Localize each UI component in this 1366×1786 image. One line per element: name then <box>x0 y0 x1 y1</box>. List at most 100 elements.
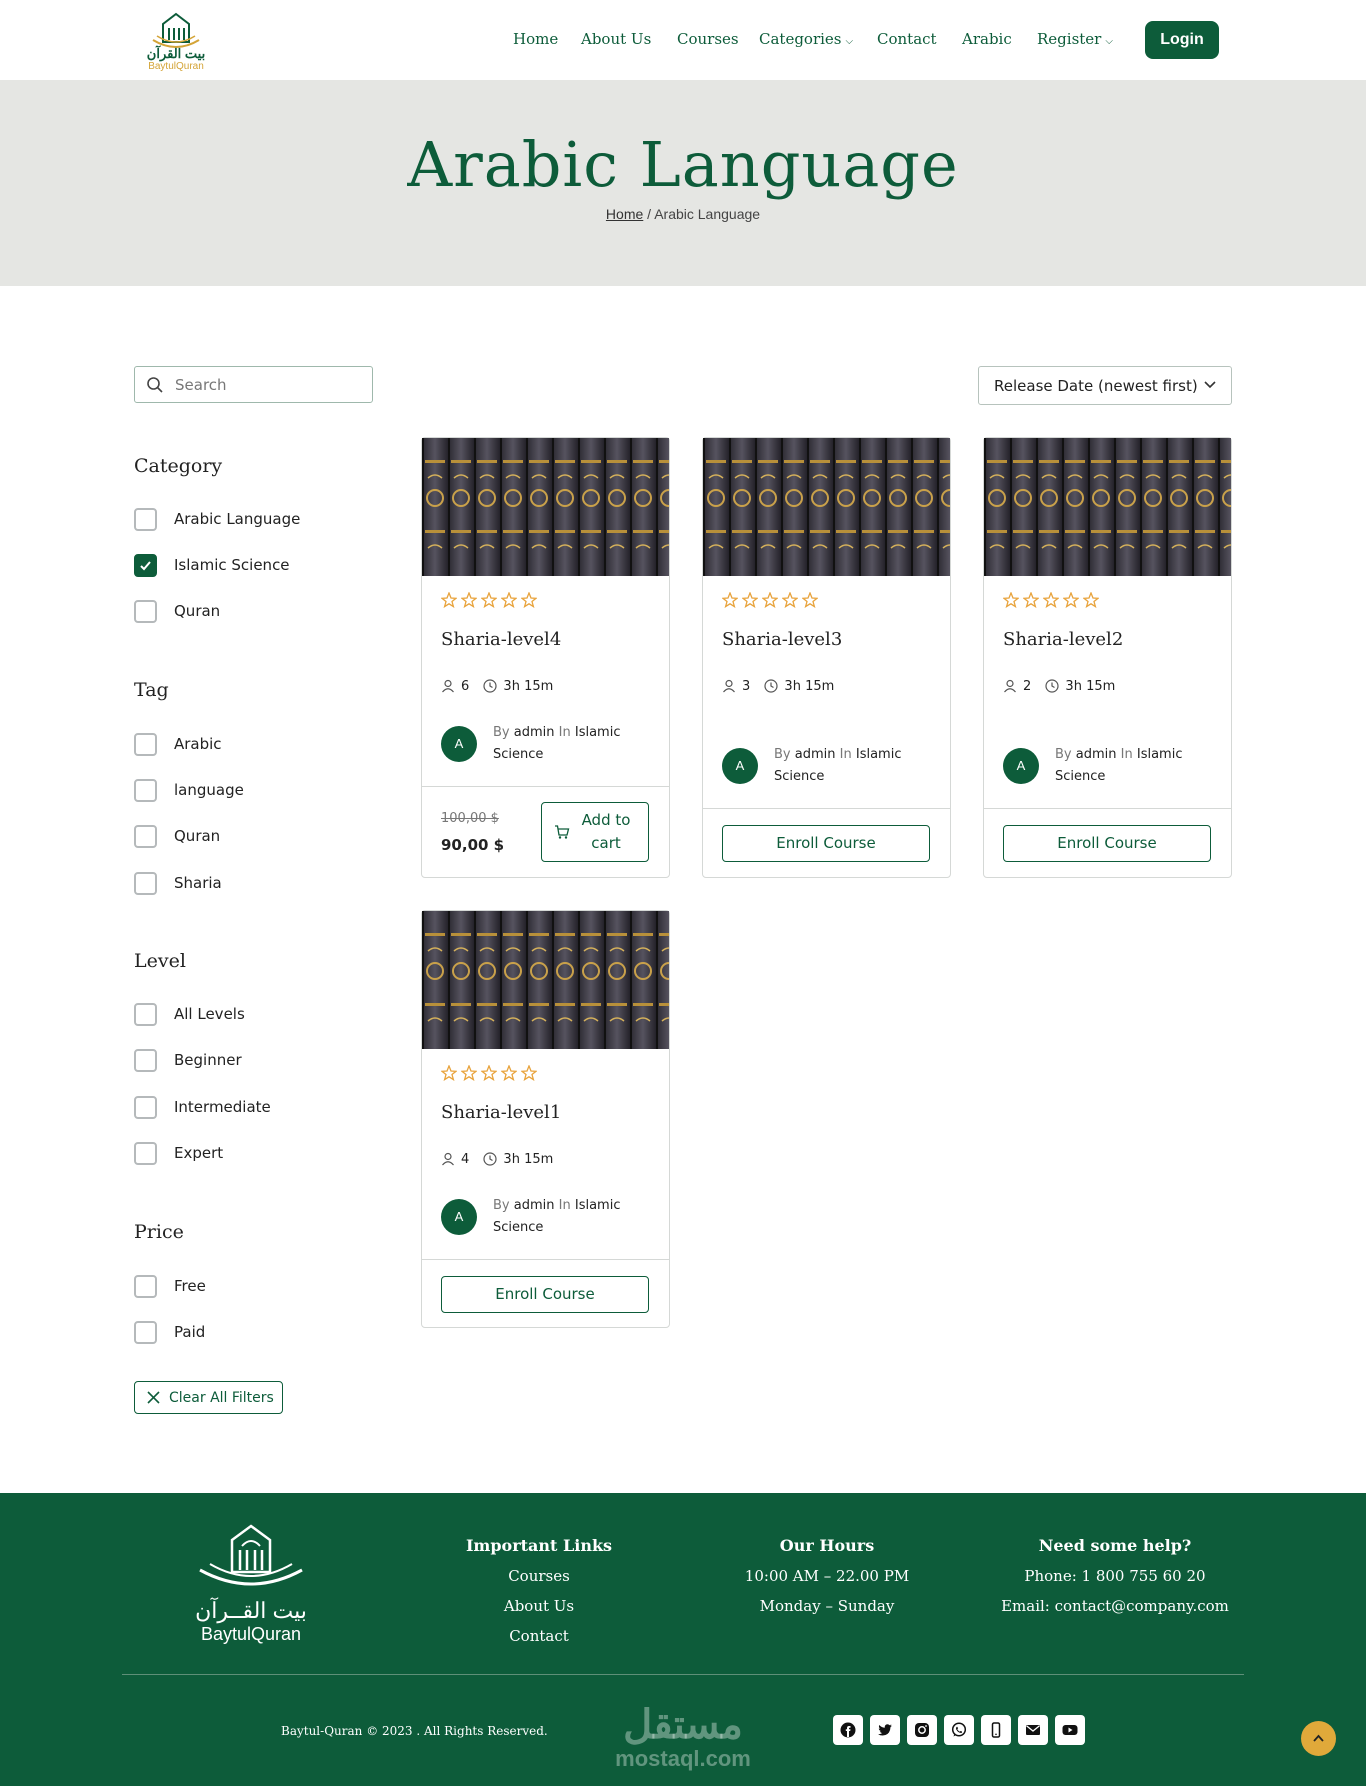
checkbox[interactable] <box>134 825 157 848</box>
star-icon <box>520 1064 538 1086</box>
student-count: 3 <box>742 679 751 694</box>
breadcrumb-home-link[interactable]: Home <box>606 206 643 222</box>
whatsapp-icon[interactable] <box>944 1715 974 1745</box>
course-thumbnail[interactable] <box>984 438 1231 576</box>
author-name[interactable]: admin <box>514 725 555 740</box>
by-label: By <box>493 725 510 740</box>
rating-stars <box>440 591 541 610</box>
author-name[interactable]: admin <box>514 1198 555 1213</box>
enroll-course-button[interactable]: Enroll Course <box>722 825 930 862</box>
chevron-up-icon <box>1313 1734 1324 1742</box>
course-category[interactable]: Islamic Science <box>774 747 901 784</box>
checkbox-label: language <box>174 781 244 799</box>
course-card[interactable]: Sharia-level1 4 3h 15m A By admin In Isl… <box>421 910 670 1328</box>
course-thumbnail[interactable] <box>703 438 950 576</box>
course-title[interactable]: Sharia-level1 <box>441 1102 561 1123</box>
instagram-icon[interactable] <box>907 1715 937 1745</box>
books-image <box>422 438 669 576</box>
star-icon <box>1022 591 1040 613</box>
user-icon <box>442 679 454 693</box>
course-category[interactable]: Islamic Science <box>493 725 620 762</box>
student-count: 4 <box>461 1152 470 1167</box>
checkbox-label: Intermediate <box>174 1098 271 1116</box>
youtube-icon[interactable] <box>1055 1715 1085 1745</box>
add-to-cart-button[interactable]: Add to cart <box>541 802 649 862</box>
logo-english-text: BaytulQuran <box>148 61 204 72</box>
star-icon <box>460 1064 478 1086</box>
course-meta: 4 3h 15m <box>441 1152 553 1167</box>
star-icon <box>741 591 759 613</box>
footer-email[interactable]: Email: contact@company.com <box>985 1591 1245 1621</box>
footer-link-about-us[interactable]: About Us <box>409 1591 669 1621</box>
avatar: A <box>722 748 758 784</box>
scroll-to-top-button[interactable] <box>1301 1721 1336 1756</box>
nav-register[interactable]: Register ⌵ <box>1037 30 1113 48</box>
star-icon <box>721 591 739 613</box>
footer-logo-english: BaytulQuran <box>200 1624 302 1644</box>
footer-logo[interactable]: بيت القــرآن BaytulQuran <box>190 1520 312 1645</box>
phone-icon[interactable] <box>981 1715 1011 1745</box>
login-button[interactable]: Login <box>1145 21 1219 59</box>
enroll-course-button[interactable]: Enroll Course <box>1003 825 1211 862</box>
in-label: In <box>558 725 571 740</box>
mosque-logo-icon <box>199 1524 303 1586</box>
checkbox[interactable] <box>134 508 157 531</box>
author-text: By admin In Islamic Science <box>493 1195 643 1239</box>
nav-contact[interactable]: Contact <box>877 30 937 48</box>
filter-tag-title: Tag <box>134 679 169 701</box>
checkbox[interactable] <box>134 600 157 623</box>
author-name[interactable]: admin <box>1076 747 1117 762</box>
checkbox[interactable] <box>134 1096 157 1119</box>
author-name[interactable]: admin <box>795 747 836 762</box>
rating-stars <box>1002 591 1103 613</box>
course-title[interactable]: Sharia-level3 <box>722 629 842 650</box>
nav-courses[interactable]: Courses <box>677 30 739 48</box>
checkbox[interactable] <box>134 733 157 756</box>
nav-categories[interactable]: Categories ⌵ <box>759 30 853 48</box>
course-title[interactable]: Sharia-level4 <box>441 629 561 650</box>
course-card[interactable]: Sharia-level2 2 3h 15m A By admin In Isl… <box>983 437 1232 878</box>
clear-filters-button[interactable]: Clear All Filters <box>134 1381 283 1414</box>
site-footer: بيت القــرآن BaytulQuran Important Links… <box>0 1493 1366 1786</box>
checkbox-label: Expert <box>174 1144 224 1162</box>
course-card[interactable]: Sharia-level4 6 3h 15m A By admin In Isl… <box>421 437 670 878</box>
checkbox-checked[interactable] <box>134 554 157 577</box>
watermark-arabic: مستقل <box>623 1703 743 1747</box>
price-old: 100,00 $ <box>441 811 499 826</box>
footer-phone[interactable]: Phone: 1 800 755 60 20 <box>985 1561 1245 1591</box>
in-label: In <box>558 1198 571 1213</box>
course-card[interactable]: Sharia-level3 3 3h 15m A By admin In Isl… <box>702 437 951 878</box>
course-thumbnail[interactable] <box>422 911 669 1049</box>
footer-links-column: Important Links Courses About Us Contact <box>409 1531 669 1651</box>
checkbox-label: Islamic Science <box>174 556 290 574</box>
enroll-course-button[interactable]: Enroll Course <box>441 1276 649 1313</box>
course-thumbnail[interactable] <box>422 438 669 576</box>
nav-about-us[interactable]: About Us <box>581 30 651 48</box>
checkbox-label: Beginner <box>174 1051 242 1069</box>
course-category[interactable]: Islamic Science <box>1055 747 1182 784</box>
search-input[interactable] <box>175 373 365 397</box>
email-icon[interactable] <box>1018 1715 1048 1745</box>
checkbox[interactable] <box>134 1049 157 1072</box>
checkbox[interactable] <box>134 1321 157 1344</box>
checkbox[interactable] <box>134 1275 157 1298</box>
author-text: By admin In Islamic Science <box>774 744 924 788</box>
course-title[interactable]: Sharia-level2 <box>1003 629 1123 650</box>
mostaql-watermark: مستقل mostaql.com <box>598 1703 768 1771</box>
sort-select[interactable]: Release Date (newest first) <box>978 366 1232 405</box>
checkbox[interactable] <box>134 872 157 895</box>
footer-link-courses[interactable]: Courses <box>409 1561 669 1591</box>
user-icon <box>442 1152 454 1166</box>
course-category[interactable]: Islamic Science <box>493 1198 620 1235</box>
checkbox[interactable] <box>134 1003 157 1026</box>
checkbox[interactable] <box>134 1142 157 1165</box>
nav-arabic[interactable]: Arabic <box>962 30 1012 48</box>
twitter-icon[interactable] <box>870 1715 900 1745</box>
cart-label-line1: Add to <box>581 811 631 829</box>
nav-home[interactable]: Home <box>513 30 558 48</box>
checkbox[interactable] <box>134 779 157 802</box>
footer-link-contact[interactable]: Contact <box>409 1621 669 1651</box>
course-meta: 3 3h 15m <box>722 679 834 694</box>
facebook-icon[interactable] <box>833 1715 863 1745</box>
student-count: 6 <box>461 679 470 694</box>
